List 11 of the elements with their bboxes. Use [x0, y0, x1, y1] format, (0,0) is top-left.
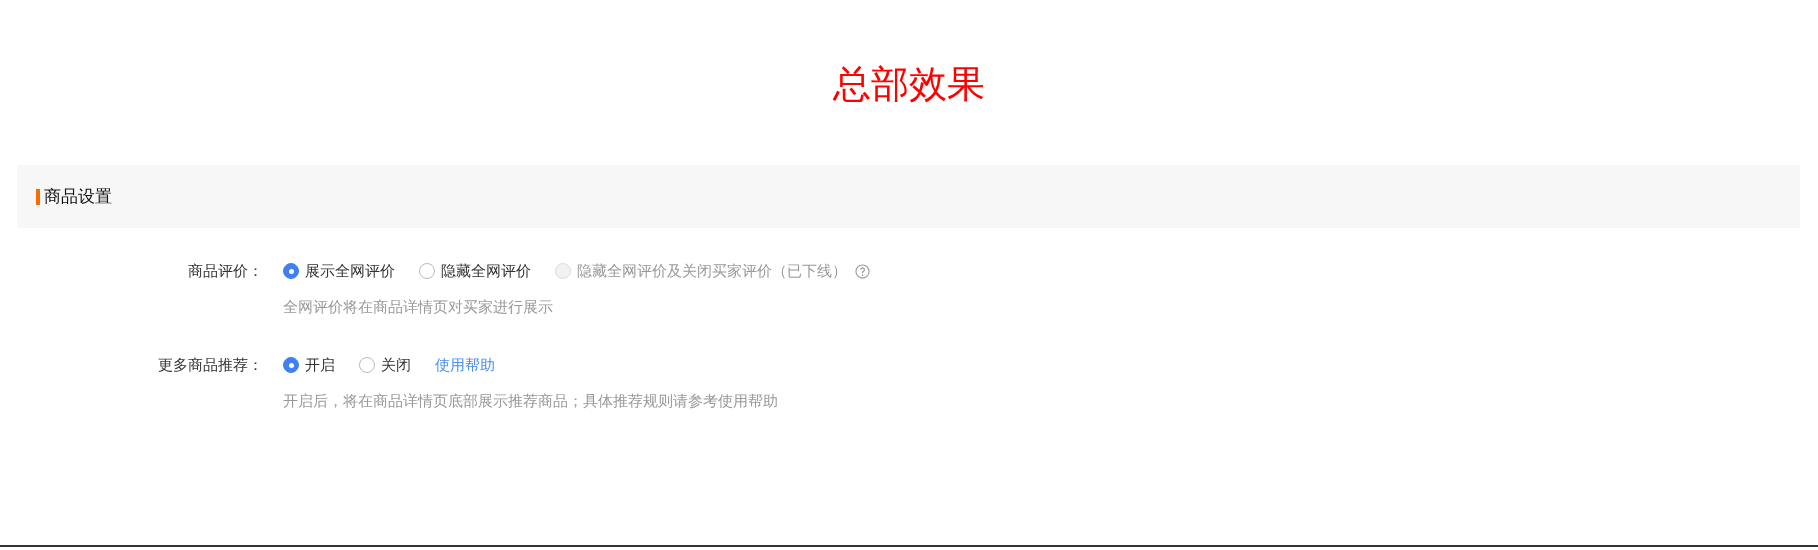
field-label: 更多商品推荐：: [157, 355, 263, 376]
section-title: 商品设置: [44, 185, 112, 208]
radio-option[interactable]: 开启: [283, 354, 335, 376]
accent-marker: [36, 188, 40, 205]
hint-text: 全网评价将在商品详情页对买家进行展示: [283, 297, 554, 318]
hint-text: 开启后，将在商品详情页底部展示推荐商品；具体推荐规则请参考使用帮助: [283, 391, 779, 412]
radio-option[interactable]: 隐藏全网评价: [419, 260, 531, 282]
radio-option[interactable]: 关闭: [359, 354, 411, 376]
page-title: 总部效果: [833, 61, 985, 108]
field-label: 商品评价：: [187, 261, 263, 282]
radio-option[interactable]: 展示全网评价: [283, 260, 395, 282]
